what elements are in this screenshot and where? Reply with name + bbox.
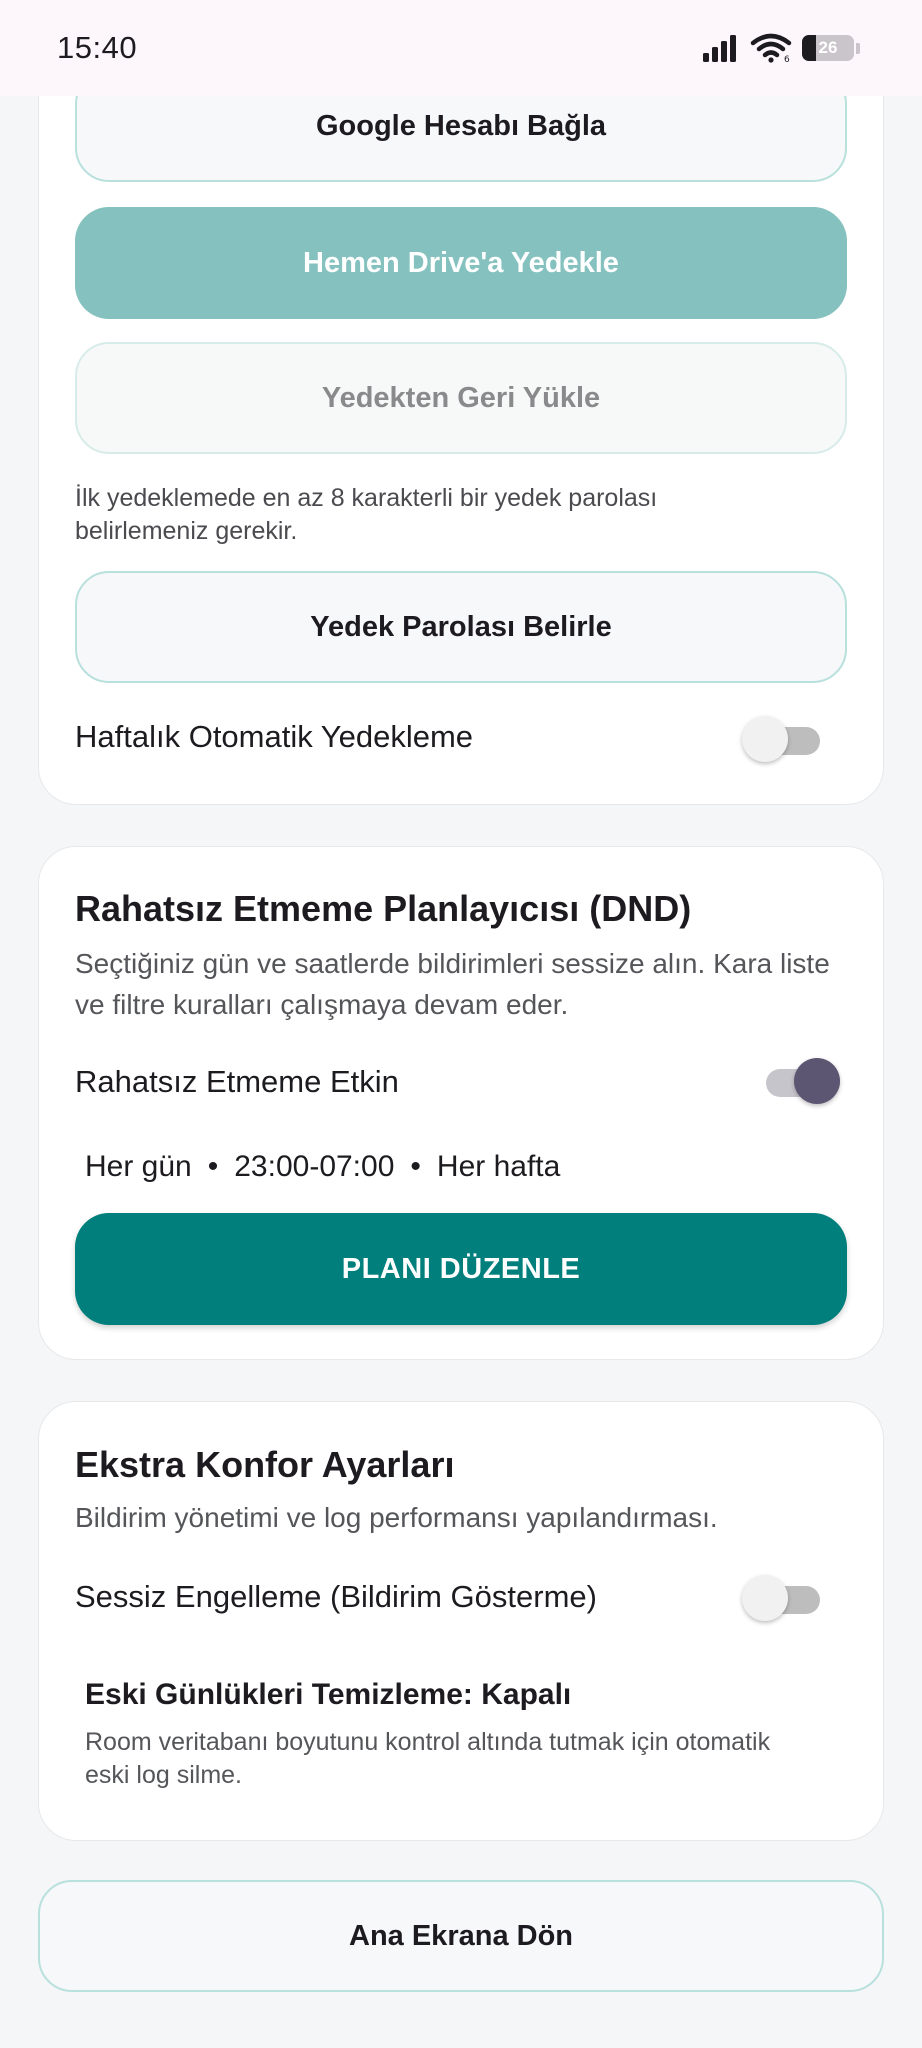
silent-block-label: Sessiz Engelleme (Bildirim Gösterme) bbox=[75, 1579, 597, 1614]
wifi-icon: 6 bbox=[750, 33, 792, 63]
status-icons: 6 26 bbox=[702, 33, 860, 63]
weekly-backup-toggle[interactable] bbox=[742, 714, 820, 764]
password-hint: İlk yedeklemede en az 8 karakterli bir y… bbox=[75, 484, 658, 545]
dnd-enabled-toggle[interactable] bbox=[762, 1056, 840, 1106]
set-password-button[interactable]: Yedek Parolası Belirle bbox=[75, 571, 847, 683]
signal-icon bbox=[703, 35, 736, 62]
schedule-time: 23:00-07:00 bbox=[234, 1150, 395, 1183]
back-to-home-button[interactable]: Ana Ekrana Dön bbox=[38, 1880, 884, 1992]
cleanup-title: Eski Günlükleri Temizleme: Kapalı bbox=[85, 1678, 572, 1711]
separator-dot: • bbox=[410, 1150, 421, 1183]
status-time: 15:40 bbox=[57, 30, 138, 65]
dnd-enabled-label: Rahatsız Etmeme Etkin bbox=[75, 1064, 399, 1099]
battery-icon: 26 bbox=[802, 35, 854, 61]
battery-level: 26 bbox=[818, 38, 838, 57]
dnd-schedule-summary[interactable]: Her gün • 23:00-07:00 • Her hafta bbox=[85, 1150, 560, 1184]
comfort-description: Bildirim yönetimi ve log performansı yap… bbox=[75, 1502, 718, 1533]
cleanup-description: Room veritabanı boyutunu kontrol altında… bbox=[85, 1728, 771, 1789]
schedule-repeat: Her hafta bbox=[436, 1150, 561, 1183]
restore-button[interactable]: Yedekten Geri Yükle bbox=[75, 342, 847, 454]
edit-plan-button[interactable]: PLANI DÜZENLE bbox=[75, 1213, 847, 1325]
silent-block-toggle[interactable] bbox=[742, 1573, 820, 1623]
backup-now-button[interactable]: Hemen Drive'a Yedekle bbox=[75, 207, 847, 319]
status-bar: 15:40 6 26 bbox=[0, 0, 922, 96]
svg-text:6: 6 bbox=[784, 55, 790, 63]
log-cleanup-setting[interactable]: Eski Günlükleri Temizleme: Kapalı Room v… bbox=[85, 1678, 805, 1792]
dnd-title: Rahatsız Etmeme Planlayıcısı (DND) bbox=[75, 888, 692, 929]
comfort-title: Ekstra Konfor Ayarları bbox=[75, 1444, 455, 1485]
dnd-description: Seçtiğiniz gün ve saatlerde bildirimleri… bbox=[75, 948, 830, 1020]
separator-dot: • bbox=[207, 1150, 219, 1183]
schedule-days: Her gün bbox=[85, 1150, 192, 1183]
weekly-backup-label: Haftalık Otomatik Yedekleme bbox=[75, 719, 474, 754]
